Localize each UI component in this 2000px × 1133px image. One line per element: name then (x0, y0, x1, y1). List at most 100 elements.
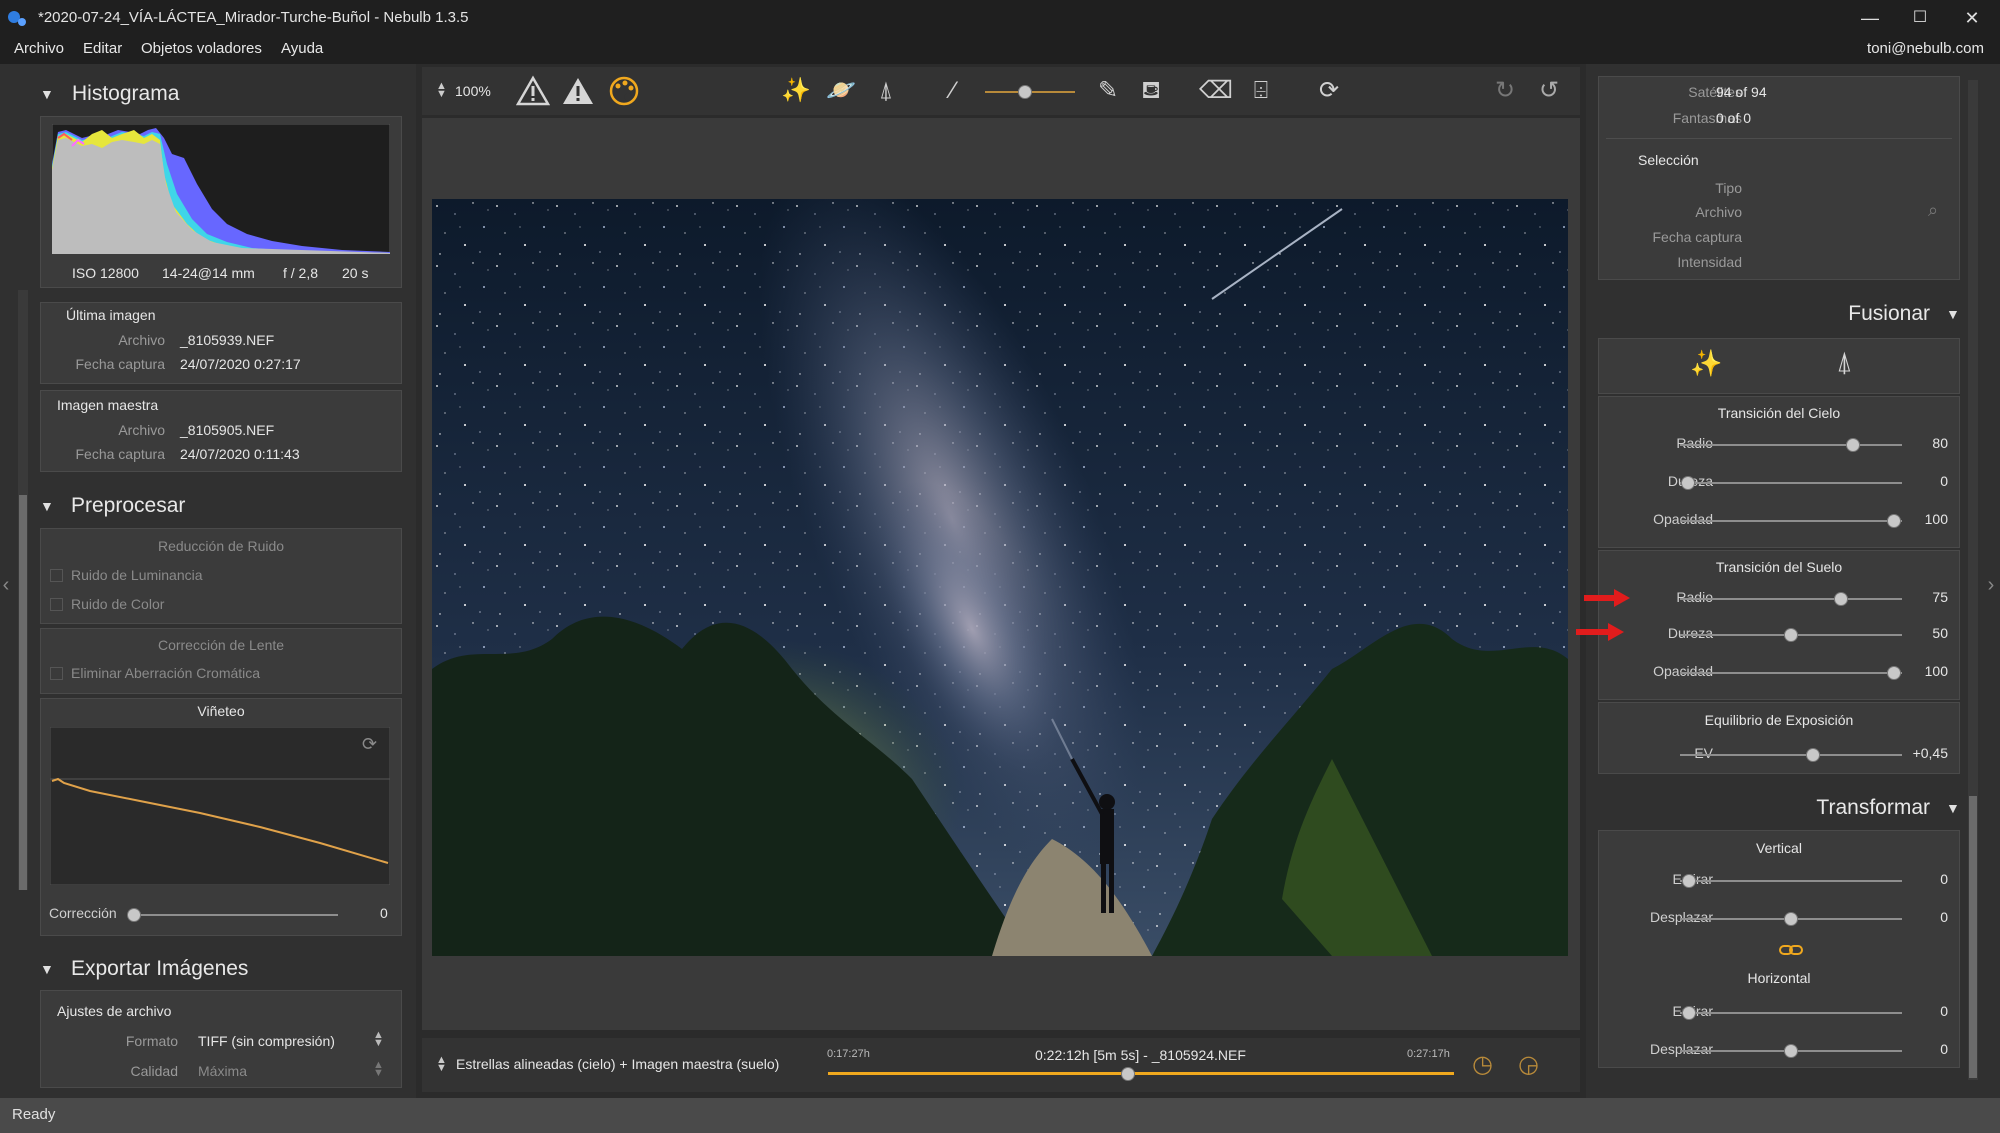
redo-icon[interactable]: ↻ (1487, 74, 1523, 108)
zoom-to-selection-icon[interactable]: ⌕ (1928, 200, 1938, 221)
clock-back-icon[interactable]: ◶ (1518, 1050, 1539, 1079)
magic-wand-icon[interactable]: ⁄ (935, 74, 971, 108)
color-noise-label[interactable]: Ruido de Color (71, 596, 164, 612)
quality-select-arrows-icon[interactable]: ▲ ▼ (373, 1060, 384, 1079)
transformar-title[interactable]: Transformar (1600, 796, 1930, 820)
status-text: Ready (12, 1106, 56, 1123)
lens-value: 14-24@14 mm (162, 265, 255, 281)
sky-radio-slider-handle[interactable] (1846, 438, 1860, 452)
ground-mode-icon[interactable]: ⍋ (1836, 346, 1853, 379)
info-divider (1606, 138, 1952, 139)
export-title[interactable]: Exportar Imágenes (71, 957, 248, 981)
maximize-button[interactable]: ☐ (1900, 4, 1940, 32)
menu-editar[interactable]: Editar (83, 40, 122, 57)
quality-select[interactable]: Máxima (198, 1063, 247, 1079)
preprocess-title[interactable]: Preprocesar (71, 494, 185, 518)
ground-radio-slider-handle[interactable] (1834, 592, 1848, 606)
reset-curve-icon[interactable]: ⟳ (362, 734, 377, 755)
eraser-icon[interactable]: ⌫ (1198, 74, 1234, 108)
ground-radio-slider-track[interactable] (1680, 598, 1902, 600)
ground-opacidad-value: 100 (1924, 663, 1948, 679)
format-select[interactable]: TIFF (sin compresión) (198, 1033, 335, 1049)
zoom-arrows-icon[interactable]: ▲ ▼ (436, 81, 447, 100)
vignette-curve-chart[interactable] (50, 727, 390, 885)
brush-icon[interactable]: ✎ (1090, 74, 1126, 108)
undo-icon[interactable]: ↺ (1531, 74, 1567, 108)
correction-slider-track[interactable] (130, 914, 338, 916)
histogram-title[interactable]: Histograma (72, 82, 179, 106)
collapse-arrow-icon[interactable]: ▼ (40, 961, 54, 977)
palette-icon[interactable] (607, 74, 641, 108)
sky-dureza-slider-handle[interactable] (1681, 476, 1695, 490)
ground-dureza-slider-handle[interactable] (1784, 628, 1798, 642)
selection-type-label: Tipo (1715, 180, 1742, 196)
right-scrollbar-thumb[interactable] (1969, 796, 1977, 1078)
satellites-value: 94 of 94 (1716, 84, 1767, 100)
menu-archivo[interactable]: Archivo (14, 40, 64, 57)
collapse-arrow-icon[interactable]: ▼ (40, 498, 54, 514)
menu-objetos-voladores[interactable]: Objetos voladores (141, 40, 262, 57)
blend-mode-select[interactable]: Estrellas alineadas (cielo) + Imagen mae… (456, 1056, 779, 1072)
brush-size-slider-handle[interactable] (1018, 85, 1032, 99)
horizontal-stretch-slider-handle[interactable] (1682, 1006, 1696, 1020)
vertical-stretch-slider-handle[interactable] (1682, 874, 1696, 888)
vertical-stretch-slider-track[interactable] (1680, 880, 1902, 882)
horizontal-stretch-slider-track[interactable] (1680, 1012, 1902, 1014)
ground-dureza-value: 50 (1932, 625, 1948, 641)
photo-preview[interactable] (432, 199, 1568, 956)
sweep-icon[interactable]: ⌹ (1243, 74, 1279, 108)
correction-slider-handle[interactable] (127, 908, 141, 922)
bucket-icon[interactable]: ⛾ (1133, 74, 1169, 108)
ev-slider-handle[interactable] (1806, 748, 1820, 762)
horizontal-stretch-value: 0 (1940, 1003, 1948, 1019)
luminance-noise-label[interactable]: Ruido de Luminancia (71, 567, 203, 583)
refresh-icon[interactable]: ⟳ (1311, 74, 1347, 108)
master-image-heading: Imagen maestra (57, 397, 159, 413)
last-image-heading: Última imagen (66, 307, 156, 323)
sky-stars-mode-icon[interactable]: ✨ (1690, 348, 1722, 379)
ev-slider-track[interactable] (1680, 754, 1902, 756)
ground-opacidad-slider-track[interactable] (1680, 672, 1902, 674)
collapse-arrow-icon[interactable]: ▼ (1946, 800, 1960, 816)
ground-transition-heading: Transición del Suelo (1715, 559, 1843, 575)
collapse-arrow-icon[interactable]: ▼ (1946, 306, 1960, 322)
sky-dureza-slider-track[interactable] (1680, 482, 1902, 484)
color-noise-checkbox[interactable] (50, 598, 63, 611)
luminance-noise-checkbox[interactable] (50, 569, 63, 582)
sky-opacidad-slider-track[interactable] (1680, 520, 1902, 522)
warning-filled-icon[interactable] (561, 75, 595, 107)
left-collapse-icon[interactable]: ‹ (0, 560, 12, 610)
vertical-shift-label: Desplazar (1649, 909, 1713, 925)
ground-tower-icon[interactable]: ⍋ (868, 74, 904, 108)
sky-transition-heading: Transición del Cielo (1717, 405, 1841, 421)
chromatic-label[interactable]: Eliminar Aberración Cromática (71, 665, 260, 681)
clock-forward-icon[interactable]: ◷ (1472, 1050, 1493, 1079)
stars-tool-icon[interactable]: ✨ (778, 74, 814, 108)
horizontal-shift-slider-handle[interactable] (1784, 1044, 1798, 1058)
warning-outline-icon[interactable] (516, 75, 550, 107)
close-button[interactable]: ✕ (1952, 4, 1992, 32)
user-email[interactable]: toni@nebulb.com (1867, 40, 1984, 57)
right-collapse-icon[interactable]: › (1984, 560, 1998, 610)
fusionar-title[interactable]: Fusionar (1600, 302, 1930, 326)
format-select-arrows-icon[interactable]: ▲ ▼ (373, 1030, 384, 1049)
planet-tool-icon[interactable]: 🪐 (823, 74, 859, 108)
link-icon[interactable] (1778, 942, 1804, 958)
ground-opacidad-slider-handle[interactable] (1887, 666, 1901, 680)
chromatic-checkbox[interactable] (50, 667, 63, 680)
sky-opacidad-slider-handle[interactable] (1887, 514, 1901, 528)
menu-ayuda[interactable]: Ayuda (281, 40, 323, 57)
vertical-shift-slider-handle[interactable] (1784, 912, 1798, 926)
sky-radio-slider-track[interactable] (1680, 444, 1902, 446)
last-image-file-label: Archivo (118, 332, 165, 348)
collapse-arrow-icon[interactable]: ▼ (40, 86, 54, 102)
minimize-button[interactable]: — (1850, 4, 1890, 32)
left-scrollbar-thumb[interactable] (19, 495, 27, 890)
timeline-slider-track[interactable] (828, 1072, 1454, 1075)
mode-arrows-icon[interactable]: ▲ ▼ (436, 1055, 447, 1074)
zoom-level[interactable]: 100% (455, 83, 491, 99)
info-card (1598, 76, 1960, 280)
vertical-heading: Vertical (1756, 840, 1802, 856)
sky-opacidad-label: Opacidad (1653, 511, 1713, 527)
exposure-heading: Equilibrio de Exposición (1704, 712, 1854, 728)
